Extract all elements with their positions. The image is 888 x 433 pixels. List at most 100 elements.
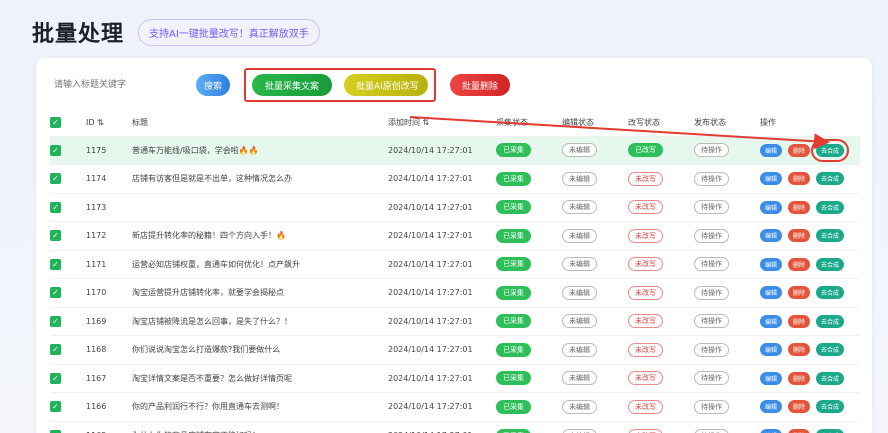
edit-button[interactable]: 编辑 — [760, 400, 782, 414]
table-row[interactable]: ✓ 1172 新店提升转化率的秘籍！四个方向入手！🔥 2024/10/14 17:27… — [50, 221, 860, 251]
compose-button[interactable]: 去合成 — [816, 400, 844, 414]
table-row[interactable]: ✓ 1173 2024/10/14 17:27:01 已采集 未编辑 未改写 待操作 编辑 删除… — [50, 193, 860, 222]
row-title: 你们说说淘宝怎么打造爆款?我们要做什么 — [132, 345, 281, 355]
delete-button[interactable]: 删除 — [788, 229, 810, 243]
row-checkbox[interactable]: ✓ — [50, 136, 86, 165]
publish-status-cell: 待操作 — [694, 193, 760, 222]
page-title: 批量处理 — [32, 22, 125, 47]
table-row[interactable]: ✓ 1175 普通车万能线/吸口袋，学会啦🔥🔥 2024/10/14 17:27:01… — [50, 136, 860, 165]
collect-status-cell: 已采集 — [496, 421, 562, 433]
row-title: 新店提升转化率的秘籍！四个方向入手！🔥 — [132, 231, 286, 241]
data-table: ✓ ID ⇅ 标题 添加时间 ⇅ 采集状态 编辑状态 改写状态 发布状态 操作 … — [50, 110, 860, 433]
row-id: 1174 — [86, 174, 107, 184]
collect-status-cell: 已采集 — [496, 250, 562, 279]
row-checkbox[interactable]: ✓ — [50, 336, 86, 365]
row-checkbox[interactable]: ✓ — [50, 393, 86, 422]
row-checkbox[interactable]: ✓ — [50, 165, 86, 194]
delete-button[interactable]: 删除 — [788, 143, 810, 157]
edit-button[interactable]: 编辑 — [760, 343, 782, 357]
edit-button[interactable]: 编辑 — [760, 314, 782, 328]
edit-button[interactable]: 编辑 — [760, 286, 782, 300]
compose-button[interactable]: 去合成 — [816, 343, 844, 357]
publish-status-badge: 待操作 — [694, 257, 729, 272]
edit-button[interactable]: 编辑 — [760, 229, 782, 243]
rewrite-status-badge: 未改写 — [628, 285, 663, 300]
table-row[interactable]: ✓ 1170 淘宝运营提升店铺转化率，就要学会揭秘点 2024/10/14 17:27… — [50, 278, 860, 308]
delete-button[interactable]: 删除 — [788, 343, 810, 357]
compose-button[interactable]: 去合成 — [816, 172, 844, 186]
row-checkbox[interactable]: ✓ — [50, 421, 86, 433]
table-row[interactable]: ✓ 1174 店铺有访客但是就是不出单，这种情况怎么办 2024/10/14 17:2… — [50, 164, 860, 194]
column-header[interactable]: 添加时间 ⇅ — [388, 110, 496, 136]
search-button[interactable]: 搜索 — [196, 74, 230, 96]
delete-button[interactable]: 删除 — [788, 257, 810, 271]
row-time: 2024/10/14 17:27:01 — [388, 259, 473, 269]
row-title: 你的产品利润行不行？你用直通车去测啊！ — [132, 402, 284, 412]
title-badge: 支持AI一键批量改写！真正解放双手 — [138, 18, 320, 46]
row-checkbox[interactable]: ✓ — [50, 193, 86, 222]
rewrite-status-cell: 未改写 — [628, 193, 694, 222]
compose-button[interactable]: 去合成 — [816, 257, 844, 271]
compose-button[interactable]: 去合成 — [816, 229, 844, 243]
edit-status-badge: 未编辑 — [562, 257, 597, 272]
delete-button[interactable]: 删除 — [788, 429, 810, 433]
edit-button[interactable]: 编辑 — [760, 371, 782, 385]
row-title: 为什么你的商品店铺在实不能好吗！ — [132, 421, 388, 433]
column-header: 操作 — [760, 118, 776, 128]
batch-action-group: 批量采集文案 批量AI原创改写 — [244, 68, 436, 102]
collect-status-cell: 已采集 — [496, 393, 562, 422]
rewrite-status-cell: 未改写 — [628, 250, 694, 279]
row-checkbox[interactable]: ✓ — [50, 250, 86, 279]
compose-button[interactable]: 去合成 — [811, 138, 849, 162]
edit-button[interactable]: 编辑 — [760, 200, 782, 214]
table-row[interactable]: ✓ 1168 你们说说淘宝怎么打造爆款?我们要做什么 2024/10/14 17:27… — [50, 335, 860, 365]
delete-button[interactable]: 删除 — [788, 286, 810, 300]
delete-button[interactable]: 删除 — [788, 314, 810, 328]
row-time: 2024/10/14 17:27:01 — [388, 231, 473, 241]
rewrite-status-badge: 未改写 — [628, 171, 663, 186]
delete-button[interactable]: 删除 — [788, 200, 810, 214]
delete-button[interactable]: 删除 — [788, 172, 810, 186]
publish-status-badge: 待操作 — [694, 228, 729, 243]
table-row[interactable]: ✓ 1171 运营必知店铺权重，直通车如何优化！点产飙升 2024/10/14 17:… — [50, 250, 860, 279]
edit-button[interactable]: 编辑 — [760, 429, 782, 433]
edit-button[interactable]: 编辑 — [760, 143, 782, 157]
rewrite-status-cell: 已改写 — [628, 136, 694, 165]
batch-collect-button[interactable]: 批量采集文案 — [252, 74, 332, 96]
row-checkbox[interactable]: ✓ — [50, 222, 86, 251]
edit-status-cell: 未编辑 — [562, 279, 628, 308]
row-title: 淘宝运营提升店铺转化率，就要学会揭秘点 — [132, 288, 284, 298]
publish-status-badge: 待操作 — [694, 342, 729, 357]
collect-status-badge: 已采集 — [496, 342, 531, 357]
compose-button[interactable]: 去合成 — [816, 371, 844, 385]
edit-button[interactable]: 编辑 — [760, 172, 782, 186]
search-input[interactable] — [54, 72, 184, 98]
batch-delete-button[interactable]: 批量删除 — [450, 74, 510, 96]
collect-status-badge: 已采集 — [496, 228, 531, 243]
compose-button[interactable]: 去合成 — [816, 286, 844, 300]
rewrite-status-cell: 未改写 — [628, 364, 694, 393]
batch-ai-rewrite-button[interactable]: 批量AI原创改写 — [344, 74, 428, 96]
table-row[interactable]: ✓1165为什么你的商品店铺在实不能好吗！2024/10/14 17:27:01… — [50, 421, 860, 433]
compose-button[interactable]: 去合成 — [816, 314, 844, 328]
table-row[interactable]: ✓ 1166 你的产品利润行不行？你用直通车去测啊！ 2024/10/14 17:27… — [50, 392, 860, 422]
select-all-checkbox[interactable]: ✓ — [50, 110, 86, 136]
publish-status-cell: 待操作 — [694, 136, 760, 165]
column-header[interactable]: ID ⇅ — [86, 110, 132, 136]
table-row[interactable]: ✓ 1167 淘宝详情文案是否不重要？怎么做好详情页呢 2024/10/14 17:2… — [50, 364, 860, 393]
collect-status-cell: 已采集 — [496, 279, 562, 308]
row-checkbox[interactable]: ✓ — [50, 307, 86, 336]
row-checkbox[interactable]: ✓ — [50, 364, 86, 393]
edit-button[interactable]: 编辑 — [760, 257, 782, 271]
table-row[interactable]: ✓ 1169 淘宝店铺被降流是怎么回事，是失了什么？！ 2024/10/14 17:2… — [50, 307, 860, 336]
delete-button[interactable]: 删除 — [788, 400, 810, 414]
row-id: 1165 — [86, 421, 132, 433]
publish-status-badge: 待操作 — [694, 171, 729, 186]
main-panel: 搜索 批量采集文案 批量AI原创改写 批量删除 ✓ ID ⇅ 标题 添加时间 ⇅… — [36, 58, 872, 433]
rewrite-status-cell: 未改写 — [628, 336, 694, 365]
compose-button[interactable]: 去合成 — [816, 200, 844, 214]
compose-button[interactable]: 去合成 — [816, 429, 844, 433]
row-checkbox[interactable]: ✓ — [50, 279, 86, 308]
toolbar: 搜索 批量采集文案 批量AI原创改写 批量删除 — [54, 68, 510, 102]
delete-button[interactable]: 删除 — [788, 371, 810, 385]
